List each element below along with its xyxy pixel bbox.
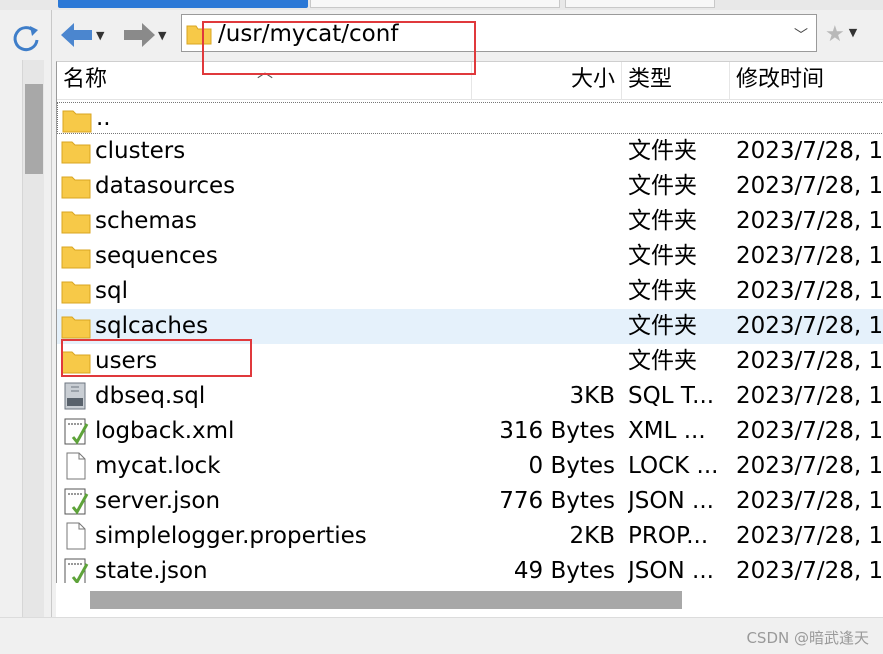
- file-type: 文件夹: [628, 173, 697, 199]
- file-type: 文件夹: [628, 348, 697, 374]
- sql-file-icon: [64, 382, 86, 410]
- parent-directory-row[interactable]: ..: [57, 102, 883, 134]
- star-icon: ★: [825, 22, 845, 47]
- file-size: 776 Bytes: [499, 488, 615, 514]
- bookmark-button[interactable]: ★ ▼: [825, 22, 857, 47]
- file-date: 2023/7/28, 15: [736, 418, 883, 444]
- highlight-box-users: [61, 339, 252, 377]
- file-size: [472, 239, 615, 274]
- folder-icon: [61, 316, 91, 339]
- table-row[interactable]: server.json 776 Bytes JSON ... 2023/7/28…: [57, 484, 883, 519]
- forward-dropdown-icon[interactable]: ▼: [158, 29, 166, 42]
- file-size: [472, 344, 615, 379]
- watermark: CSDN @暗武逢天: [746, 629, 869, 647]
- file-size: [472, 204, 615, 239]
- file-type: LOCK ...: [628, 453, 719, 479]
- table-row[interactable]: sequences 文件夹 2023/7/28, 15: [57, 239, 883, 274]
- table-row[interactable]: logback.xml 316 Bytes XML ... 2023/7/28,…: [57, 414, 883, 449]
- back-arrow-icon: [61, 23, 92, 47]
- folder-icon: [61, 176, 91, 199]
- notepad-file-icon: [64, 558, 89, 585]
- file-name: dbseq.sql: [95, 383, 206, 409]
- back-dropdown-icon[interactable]: ▼: [96, 29, 104, 42]
- file-date: 2023/7/28, 15: [736, 488, 883, 514]
- forward-arrow-icon: [124, 23, 155, 47]
- file-name: server.json: [95, 488, 221, 514]
- highlight-box-path: [202, 21, 476, 75]
- column-name-label: 名称: [63, 67, 108, 92]
- file-size: 2KB: [569, 523, 616, 549]
- table-row[interactable]: simplelogger.properties 2KB PROP... 2023…: [57, 519, 883, 554]
- tab-second[interactable]: [310, 0, 560, 8]
- file-type: 文件夹: [628, 138, 697, 164]
- file-size: 316 Bytes: [499, 418, 615, 444]
- horizontal-scrollbar[interactable]: [56, 583, 883, 617]
- file-date: 2023/7/28, 15: [736, 523, 883, 549]
- tab-third[interactable]: [565, 0, 715, 8]
- folder-icon: [61, 211, 91, 234]
- file-size: 0 Bytes: [528, 453, 616, 479]
- file-date: 2023/7/28, 15: [736, 348, 883, 374]
- file-name: logback.xml: [95, 418, 235, 444]
- forward-button[interactable]: ▼: [123, 20, 166, 50]
- file-date: 2023/7/28, 15: [736, 243, 883, 269]
- file-date: 2023/7/28, 15: [736, 138, 883, 164]
- tab-strip: [0, 0, 883, 10]
- blank-file-icon: [66, 522, 86, 550]
- table-row[interactable]: clusters 文件夹 2023/7/28, 15: [57, 134, 883, 169]
- file-date: 2023/7/28, 15: [736, 278, 883, 304]
- file-date: 2023/7/28, 15: [736, 313, 883, 339]
- file-name: datasources: [95, 173, 236, 199]
- folder-icon: [61, 281, 91, 304]
- column-header-date[interactable]: 修改时间: [730, 62, 883, 100]
- folder-icon: [61, 246, 91, 269]
- table-row[interactable]: schemas 文件夹 2023/7/28, 15: [57, 204, 883, 239]
- file-size: [472, 169, 615, 204]
- file-type: 文件夹: [628, 243, 697, 269]
- file-name: schemas: [95, 208, 197, 234]
- file-type: 文件夹: [628, 208, 697, 234]
- sftp-browser-window: ▼ ▼ /usr/mycat/conf ﹀ ★ ▼ 名称 ︿ 大小 类型 修改时…: [0, 0, 883, 654]
- notepad-file-icon: [64, 488, 89, 515]
- file-date: 2023/7/28, 15: [736, 383, 883, 409]
- column-header-size[interactable]: 大小: [472, 62, 622, 100]
- file-name: simplelogger.properties: [95, 523, 367, 549]
- table-row[interactable]: datasources 文件夹 2023/7/28, 15: [57, 169, 883, 204]
- file-size: 3KB: [569, 383, 616, 409]
- file-type: XML ...: [628, 418, 706, 444]
- file-date: 2023/7/28, 15: [736, 208, 883, 234]
- back-button[interactable]: ▼: [61, 20, 104, 50]
- file-date: 2023/7/28, 15: [736, 453, 883, 479]
- file-type: SQL T...: [628, 383, 715, 409]
- column-header-type[interactable]: 类型: [622, 62, 730, 100]
- chevron-down-icon[interactable]: ﹀: [794, 25, 808, 45]
- status-bar: CSDN @暗武逢天: [0, 617, 883, 654]
- file-size: [472, 309, 615, 344]
- horizontal-scrollbar-thumb[interactable]: [90, 591, 682, 609]
- bookmark-dropdown-icon[interactable]: ▼: [849, 26, 857, 39]
- file-size: [472, 134, 615, 169]
- file-size: [472, 274, 615, 309]
- folder-icon: [61, 141, 91, 164]
- file-type: PROP...: [628, 523, 709, 549]
- tab-active[interactable]: [58, 0, 308, 8]
- file-date: 2023/7/28, 15: [736, 173, 883, 199]
- left-scrollbar-thumb[interactable]: [25, 84, 43, 174]
- file-name: mycat.lock: [95, 453, 221, 479]
- table-row[interactable]: sql 文件夹 2023/7/28, 15: [57, 274, 883, 309]
- file-name: ..: [96, 105, 111, 131]
- left-vertical-scrollbar[interactable]: [22, 60, 44, 617]
- folder-icon: [62, 110, 92, 133]
- file-name: sequences: [95, 243, 218, 269]
- table-row[interactable]: dbseq.sql 3KB SQL T... 2023/7/28, 15: [57, 379, 883, 414]
- notepad-file-icon: [64, 418, 89, 445]
- refresh-icon[interactable]: [10, 22, 42, 54]
- file-type: 文件夹: [628, 313, 697, 339]
- file-type: 文件夹: [628, 278, 697, 304]
- file-name: sql: [95, 278, 128, 304]
- file-name: clusters: [95, 138, 186, 164]
- file-type: JSON ...: [628, 488, 714, 514]
- blank-file-icon: [66, 452, 86, 480]
- table-row[interactable]: mycat.lock 0 Bytes LOCK ... 2023/7/28, 1…: [57, 449, 883, 484]
